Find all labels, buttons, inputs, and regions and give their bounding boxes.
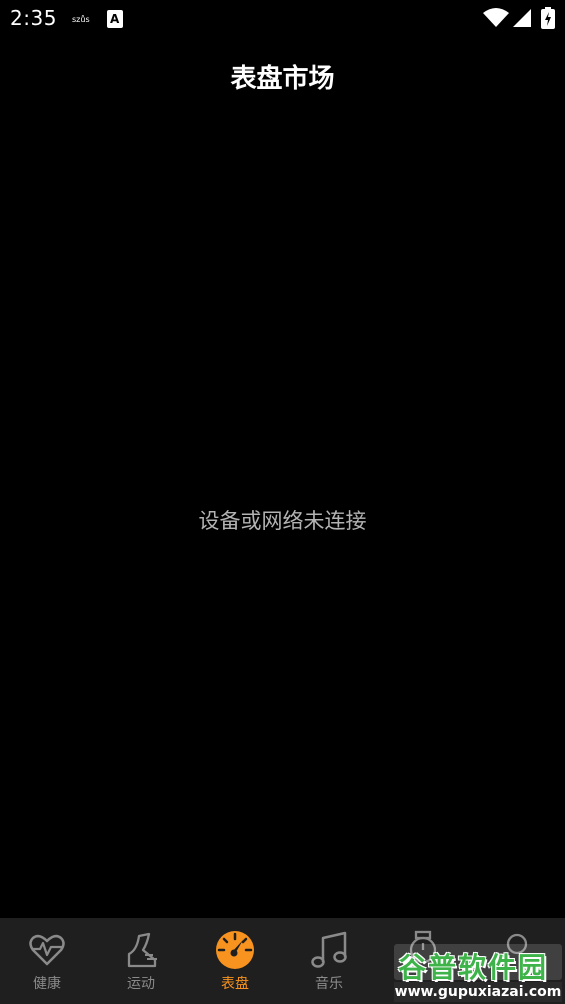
tab-label: 健康 xyxy=(33,976,61,992)
site-watermark: 谷普软件园 www.gupuxiazai.com xyxy=(394,944,562,1002)
status-time: 2:35 xyxy=(10,6,57,30)
tab-music[interactable]: 音乐 xyxy=(282,918,376,1004)
watermark-brand: 谷普软件园 xyxy=(398,951,549,984)
a-badge-icon: A xyxy=(107,10,123,28)
connection-status-message: 设备或网络未连接 xyxy=(198,509,367,533)
battery-icon xyxy=(541,7,555,29)
svg-text:szůs: szůs xyxy=(72,14,90,24)
dial-icon xyxy=(216,931,254,969)
wifi-icon xyxy=(483,8,509,27)
watermark-url: www.gupuxiazai.com xyxy=(394,982,562,1002)
tab-label: 音乐 xyxy=(315,976,343,992)
tab-health[interactable]: 健康 xyxy=(0,918,94,1004)
svg-text:A: A xyxy=(110,12,120,26)
shoe-icon xyxy=(127,932,157,968)
music-note-icon xyxy=(311,931,347,968)
tab-label: 运动 xyxy=(127,976,155,992)
tab-sport[interactable]: 运动 xyxy=(94,918,188,1004)
page-title: 表盘市场 xyxy=(230,64,335,94)
notification-icon: szůs xyxy=(72,14,90,24)
cell-signal-icon xyxy=(513,9,531,27)
tab-label: 表盘 xyxy=(221,976,249,992)
heart-pulse-icon xyxy=(29,934,65,966)
status-bar: 2:35 szůs A xyxy=(0,0,565,38)
tab-dial[interactable]: 表盘 xyxy=(188,918,282,1004)
watermark-brand-box: 谷普软件园 xyxy=(394,944,562,984)
